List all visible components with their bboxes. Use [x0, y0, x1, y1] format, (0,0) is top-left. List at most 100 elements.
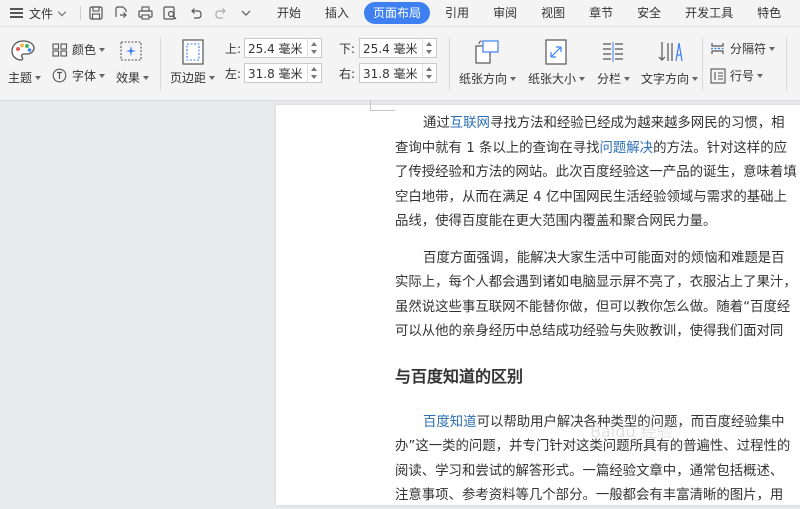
text-line: 空白地带，从而在满足 4 亿中国网民生活经验领域与需求的基础上 [395, 186, 800, 211]
margins-icon[interactable] [182, 39, 204, 65]
text-line: 阅读、学习和尝试的解答形式。一篇经验文章中，通常包括概述、 [395, 460, 800, 485]
bottom-margin-spinner[interactable] [422, 39, 436, 57]
divider [702, 37, 703, 91]
text-segment: 寻找方法和经验已经成为越来越多网民的习惯，相 [489, 116, 785, 131]
color-label: 颜色 [72, 43, 97, 57]
separator-button[interactable]: 分隔符 [710, 40, 776, 57]
color-grid-icon [52, 42, 68, 57]
effect-icon[interactable] [120, 41, 142, 61]
hyperlink[interactable]: 百度知道 [423, 415, 477, 430]
ribbon-tabs: 开始 插入 页面布局 引用 审阅 视图 章节 安全 开发工具 特色 [268, 2, 796, 24]
text-segment: 可以从他的亲身经历中总结成功经验与失败教训，使得我们面对同 [395, 324, 784, 339]
text-line: 百度方面强调，能解决大家生活中可能面对的烦恼和难题是百 [395, 247, 800, 272]
print-preview-icon[interactable] [158, 1, 183, 25]
text-line: 品线，使得百度能在更大范围内覆盖和聚合网民力量。 [395, 210, 800, 235]
theme-icon[interactable] [10, 39, 36, 63]
font-button[interactable]: 字体 [52, 67, 106, 84]
text-segment: 实际上，每个人都会遇到诸如电脑显示屏不亮了，衣服沾上了果汁， [395, 275, 797, 290]
right-margin-label: 右: [339, 67, 356, 81]
dropdown-arrow-icon [209, 75, 216, 80]
save-icon[interactable] [83, 1, 108, 25]
tab-view[interactable]: 视图 [532, 2, 574, 24]
left-margin-input[interactable] [245, 66, 310, 80]
divider [80, 6, 81, 20]
top-margin-label: 上: [225, 42, 242, 56]
tab-developer[interactable]: 开发工具 [676, 2, 742, 24]
watermark: Baidu 经验 [590, 422, 673, 441]
bottom-margin-label: 下: [339, 42, 356, 56]
text-direction-button[interactable]: 文字方向 [641, 70, 699, 87]
tab-security[interactable]: 安全 [628, 2, 670, 24]
bottom-margin-field[interactable] [359, 38, 437, 58]
orientation-label: 纸张方向 [459, 72, 508, 86]
columns-button[interactable]: 分栏 [597, 70, 631, 87]
columns-label: 分栏 [597, 72, 622, 86]
left-margin-field[interactable] [244, 63, 322, 83]
text-line: 通过互联网寻找方法和经验已经成为越来越多网民的习惯，相 [395, 112, 800, 137]
dropdown-arrow-icon [579, 76, 586, 81]
orientation-icon[interactable] [474, 39, 500, 65]
left-margin-spinner[interactable] [307, 64, 321, 82]
margins-button[interactable]: 页边距 [170, 69, 216, 86]
hamburger-icon [10, 8, 23, 18]
dropdown-arrow-icon [624, 76, 631, 81]
left-margin-label: 左: [225, 67, 242, 81]
page-corner-mark [370, 100, 395, 111]
hyperlink[interactable]: 问题解决 [600, 141, 654, 156]
text-line: 实际上，每个人都会遇到诸如电脑显示屏不亮了，衣服沾上了果汁， [395, 271, 800, 296]
paper-size-icon[interactable] [544, 39, 568, 65]
columns-icon[interactable] [601, 41, 625, 63]
redo-icon[interactable] [208, 1, 233, 25]
tab-home[interactable]: 开始 [268, 2, 310, 24]
print-icon[interactable] [133, 1, 158, 25]
orientation-button[interactable]: 纸张方向 [459, 70, 517, 87]
text-line: 查询中就有 1 条以上的查询在寻找问题解决的方法。针对这样的应 [395, 137, 800, 162]
text-line: 可以从他的亲身经历中总结成功经验与失败教训，使得我们面对同 [395, 320, 800, 345]
file-menu-label: 文件 [29, 6, 54, 21]
file-menu[interactable]: 文件 [0, 5, 68, 22]
right-margin-input[interactable] [360, 66, 425, 80]
dropdown-arrow-icon [99, 73, 106, 78]
paper-size-button[interactable]: 纸张大小 [528, 70, 586, 87]
text-direction-label: 文字方向 [641, 72, 690, 86]
separator-label: 分隔符 [730, 42, 767, 56]
font-label: 字体 [72, 69, 97, 83]
tab-features[interactable]: 特色 [748, 2, 790, 24]
line-number-button[interactable]: 行号 [710, 67, 764, 84]
tab-review[interactable]: 审阅 [484, 2, 526, 24]
tab-sections[interactable]: 章节 [580, 2, 622, 24]
theme-label: 主题 [8, 71, 33, 85]
top-margin-input[interactable] [245, 41, 310, 55]
right-margin-spinner[interactable] [422, 64, 436, 82]
color-button[interactable]: 颜色 [52, 41, 106, 58]
top-margin-spinner[interactable] [307, 39, 321, 57]
tab-references[interactable]: 引用 [436, 2, 478, 24]
dropdown-arrow-icon [692, 76, 699, 81]
document-body[interactable]: 通过互联网寻找方法和经验已经成为越来越多网民的习惯，相 查询中就有 1 条以上的查… [395, 112, 800, 509]
divider [786, 37, 787, 91]
tab-insert[interactable]: 插入 [316, 2, 358, 24]
font-circle-icon [52, 68, 67, 83]
text-segment: 空白地带，从而在满足 4 亿中国网民生活经验领域与需求的基础上 [395, 189, 787, 205]
tab-page-layout[interactable]: 页面布局 [364, 2, 431, 24]
hyperlink[interactable]: 互联网 [450, 116, 490, 131]
chevron-down-icon [57, 7, 67, 16]
text-line: 虽然说这些事互联网不能替你做，但可以教你怎么做。随着“百度经 [395, 296, 800, 321]
dropdown-arrow-icon [757, 73, 764, 78]
text-segment: 品线，使得百度能在更大范围内覆盖和聚合网民力量。 [395, 214, 717, 229]
right-margin-field[interactable] [359, 63, 437, 83]
paper-size-label: 纸张大小 [528, 72, 577, 86]
paragraph-2: 百度方面强调，能解决大家生活中可能面对的烦恼和难题是百实际上，每个人都会遇到诸如… [395, 247, 800, 345]
bottom-margin-input[interactable] [360, 41, 425, 55]
top-margin-field[interactable] [244, 38, 322, 58]
effect-button[interactable]: 效果 [116, 69, 150, 86]
text-direction-icon[interactable] [658, 40, 684, 64]
customize-toolbar-icon[interactable] [233, 1, 258, 25]
theme-button[interactable]: 主题 [8, 69, 42, 86]
undo-icon[interactable] [183, 1, 208, 25]
menu-bar: 文件 开始 插入 页面布局 引用 审阅 视图 章节 安全 开发工具 特色 [0, 0, 800, 27]
text-segment: 通过 [423, 116, 450, 131]
dropdown-arrow-icon [510, 76, 517, 81]
output-icon[interactable] [108, 1, 133, 25]
line-number-label: 行号 [730, 69, 755, 83]
